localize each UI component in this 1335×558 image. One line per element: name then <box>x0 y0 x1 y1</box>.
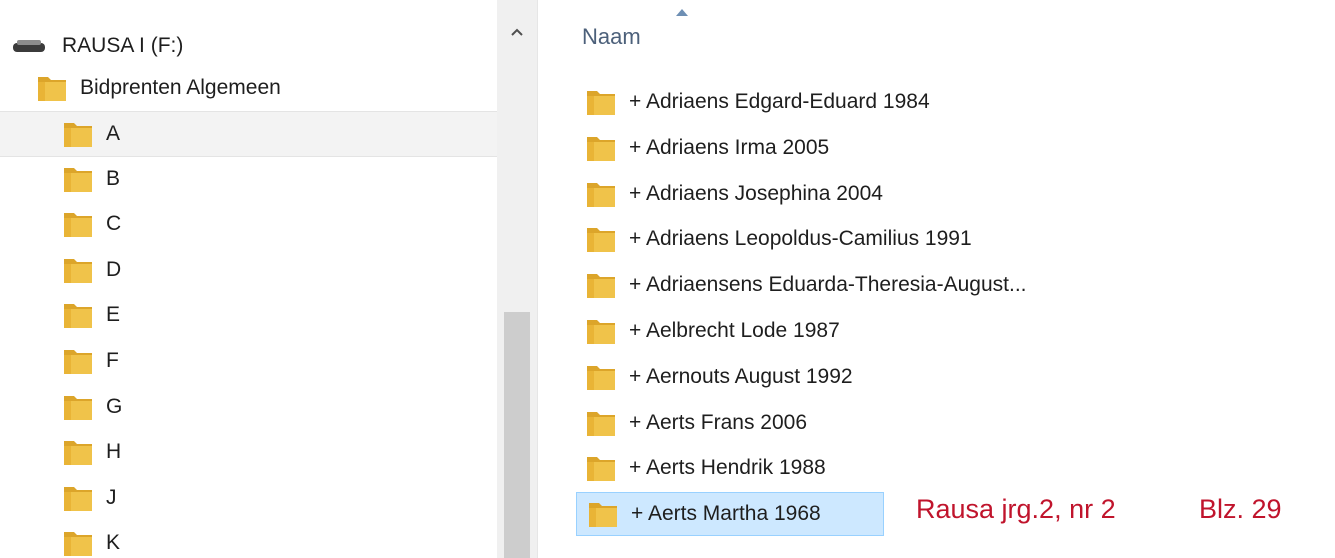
folder-icon <box>62 483 94 513</box>
nav-item-label: H <box>106 440 122 464</box>
folder-icon <box>585 453 617 483</box>
folder-icon <box>62 392 94 422</box>
file-list-item[interactable]: + Aerts Frans 2006 <box>575 401 807 445</box>
drive-label: RAUSA I (F:) <box>62 34 184 57</box>
file-list-item[interactable]: + Adriaensens Eduarda-Theresia-August... <box>575 263 1026 307</box>
nav-item-label: E <box>106 303 121 327</box>
folder-icon <box>62 164 94 194</box>
file-name: + Adriaens Leopoldus-Camilius 1991 <box>629 227 972 251</box>
chevron-up-icon[interactable] <box>507 22 527 42</box>
nav-item-letter[interactable]: F <box>0 339 497 383</box>
file-list-item[interactable]: + Aerts Martha 1968 <box>576 492 884 537</box>
nav-item-label: K <box>106 531 121 555</box>
folder-icon <box>585 270 617 300</box>
column-header-name[interactable]: Naam <box>582 24 641 50</box>
folder-icon <box>62 255 94 285</box>
folder-icon <box>62 119 94 149</box>
file-list-item[interactable]: + Aelbrecht Lode 1987 <box>575 309 840 353</box>
file-list-item[interactable]: + Adriaens Josephina 2004 <box>575 172 883 216</box>
usb-drive-icon <box>13 40 45 52</box>
folder-icon <box>62 528 94 558</box>
folder-icon <box>585 224 617 254</box>
caption-page: Blz. 29 <box>1199 494 1282 524</box>
file-name: + Adriaens Edgard-Eduard 1984 <box>629 90 930 113</box>
folder-icon <box>585 87 617 117</box>
file-list-item[interactable]: + Aerts Hendrik 1988 <box>575 446 826 490</box>
nav-item-letter[interactable]: J <box>0 476 497 520</box>
file-list-item[interactable]: + Adriaens Edgard-Eduard 1984 <box>575 80 930 124</box>
pane-divider <box>537 0 538 558</box>
file-name: + Adriaens Irma 2005 <box>629 135 830 159</box>
nav-item-letter[interactable]: D <box>0 248 497 292</box>
folder-icon <box>585 408 617 438</box>
file-name: + Adriaens Josephina 2004 <box>629 181 883 205</box>
file-list-item[interactable]: + Adriaens Leopoldus-Camilius 1991 <box>575 217 972 261</box>
nav-item-letter[interactable]: C <box>0 202 497 246</box>
folder-icon <box>585 179 617 209</box>
root-folder-label: Bidprenten Algemeen <box>80 76 281 99</box>
file-name: + Aerts Frans 2006 <box>629 410 808 434</box>
nav-item-label: A <box>106 122 121 145</box>
file-list-item[interactable]: + Adriaens Irma 2005 <box>575 126 829 170</box>
folder-icon <box>62 300 94 330</box>
folder-icon <box>587 499 619 529</box>
folder-icon <box>585 316 617 346</box>
nav-item-letter[interactable]: A <box>0 111 497 157</box>
nav-item-label: B <box>106 166 121 190</box>
sort-ascending-icon <box>676 9 688 16</box>
folder-icon <box>36 73 68 103</box>
nav-item-label: J <box>106 485 117 509</box>
nav-item-letter[interactable]: H <box>0 430 497 474</box>
nav-scrollbar[interactable] <box>497 0 537 558</box>
folder-icon <box>585 362 617 392</box>
folder-icon <box>62 346 94 376</box>
folder-icon <box>585 133 617 163</box>
nav-item-letter[interactable]: G <box>0 385 497 429</box>
nav-item-letter[interactable]: B <box>0 157 497 201</box>
file-name: + Aelbrecht Lode 1987 <box>629 319 840 342</box>
folder-icon <box>62 437 94 467</box>
nav-item-drive[interactable]: RAUSA I (F:) <box>0 24 497 68</box>
folder-icon <box>62 209 94 239</box>
nav-item-label: C <box>106 212 122 236</box>
nav-item-letter[interactable]: E <box>0 293 497 337</box>
nav-item-root-folder[interactable]: Bidprenten Algemeen <box>0 66 497 110</box>
nav-item-label: F <box>106 349 119 372</box>
file-name: + Aerts Martha 1968 <box>631 502 821 526</box>
file-name: + Adriaensens Eduarda-Theresia-August... <box>629 273 1027 297</box>
file-name: + Aerts Hendrik 1988 <box>629 456 826 480</box>
nav-item-label: G <box>106 394 123 418</box>
file-name: + Aernouts August 1992 <box>629 364 853 388</box>
caption-issue: Rausa jrg.2, nr 2 <box>916 494 1116 524</box>
scrollbar-thumb[interactable] <box>504 312 530 558</box>
nav-item-letter[interactable]: K <box>0 521 497 558</box>
nav-item-label: D <box>106 257 122 281</box>
file-list-item[interactable]: + Aernouts August 1992 <box>575 355 853 399</box>
navigation-pane: RAUSA I (F:) Bidprenten Algemeen ABCDEFG… <box>0 0 497 558</box>
